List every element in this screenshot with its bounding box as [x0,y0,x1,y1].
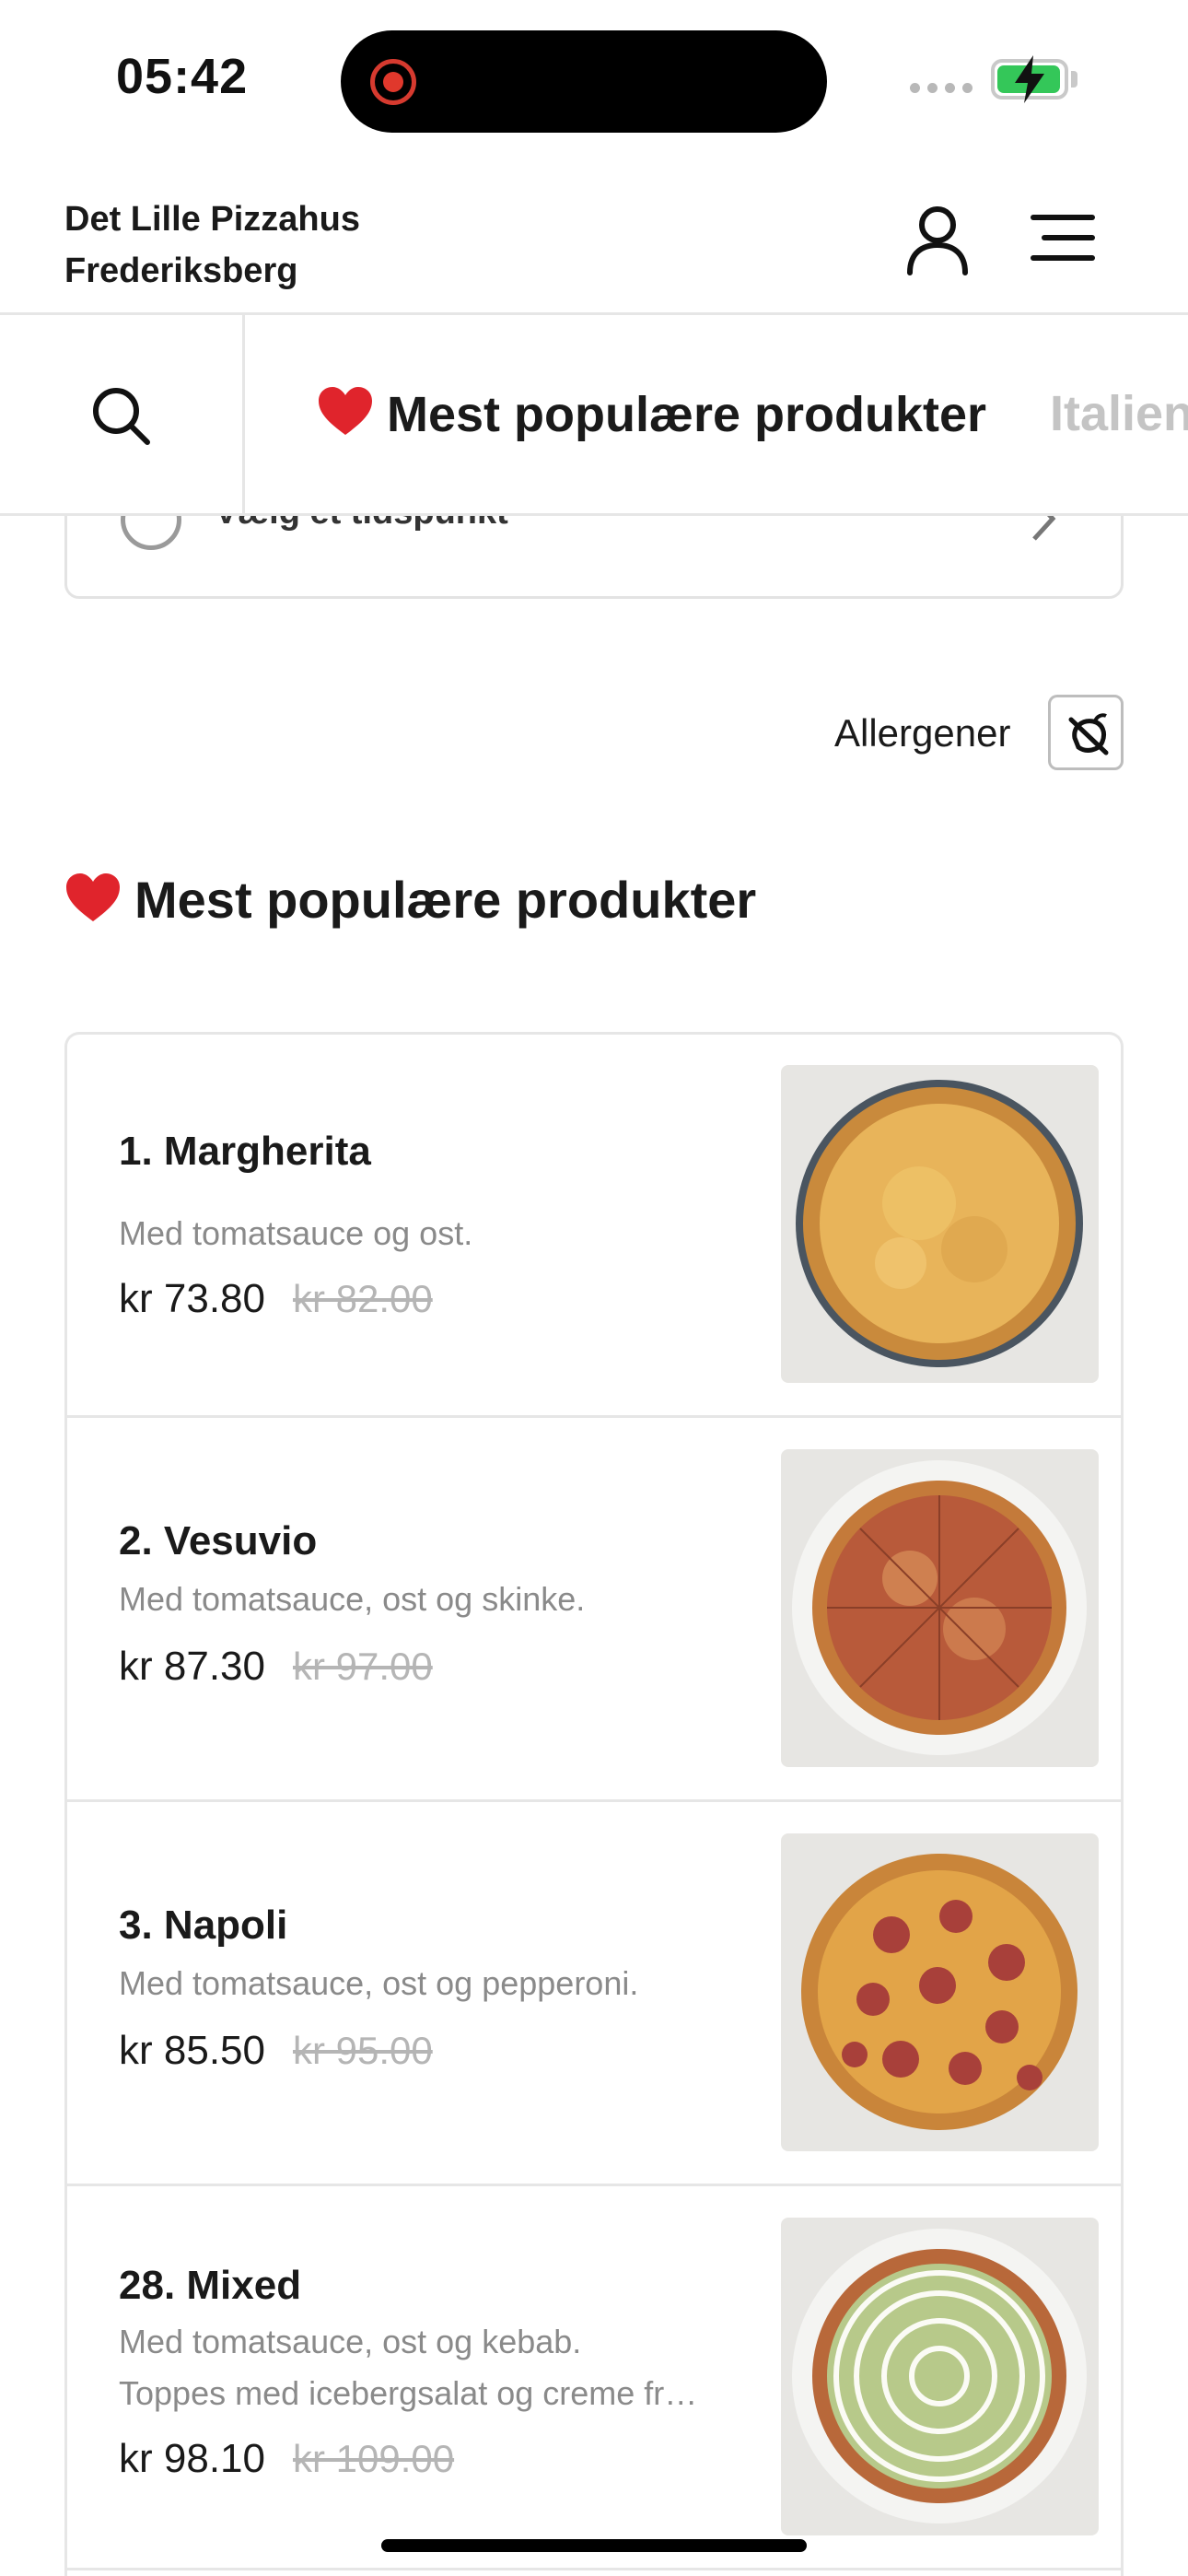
store-name-line1: Det Lille Pizzahus [64,200,360,239]
category-bar: Mest populære produkter Italien [0,315,1188,516]
dynamic-island [341,30,827,133]
product-name: 28. Mixed [119,2263,302,2308]
product-description-line2: Toppes med icebergsalat og creme fr… [119,2374,698,2412]
status-bar: 05:42 [0,0,1188,157]
current-price: kr 85.50 [119,2028,265,2073]
product-description: Med tomatsauce, ost og pepperoni. [119,1964,639,2002]
menu-button[interactable] [1026,208,1100,267]
allergen-filter-button[interactable] [1048,695,1124,770]
charging-bolt-icon [1015,55,1044,103]
app-header: Det Lille Pizzahus Frederiksberg [0,157,1188,315]
product-description: Med tomatsauce og ost. [119,1214,473,1252]
search-button[interactable] [0,315,245,513]
product-card-vesuvio[interactable]: 2. Vesuvio Med tomatsauce, ost og skinke… [67,1419,1121,1802]
tab-most-popular-label: Mest populære produkter [387,387,987,442]
old-price: kr 95.00 [292,2029,433,2072]
product-name: 2. Vesuvio [119,1518,318,1563]
product-card-mixed[interactable]: 28. Mixed Med tomatsauce, ost og kebab. … [67,2187,1121,2570]
section-title-label: Mest populære produkter [134,871,757,929]
product-card-margherita[interactable]: 1. Margherita Med tomatsauce og ost. kr … [67,1035,1121,1418]
heart-icon [319,387,372,435]
current-price: kr 98.10 [119,2436,265,2481]
product-image-margherita [781,1065,1099,1383]
store-name-line2: Frederiksberg [64,252,298,290]
allergen-label: Allergener [834,711,1011,755]
signal-icon [910,83,973,93]
product-price: kr 85.50 kr 95.00 [119,2028,433,2074]
home-indicator[interactable] [381,2539,807,2552]
product-name: 3. Napoli [119,1903,288,1948]
current-price: kr 87.30 [119,1644,265,1689]
old-price: kr 97.00 [292,1645,433,1688]
product-price: kr 73.80 kr 82.00 [119,1276,433,1322]
account-button[interactable] [901,203,974,276]
current-price: kr 73.80 [119,1276,265,1321]
product-card-napoli[interactable]: 3. Napoli Med tomatsauce, ost og peppero… [67,1803,1121,2186]
store-name[interactable]: Det Lille Pizzahus Frederiksberg [64,193,360,297]
old-price: kr 82.00 [292,1277,433,1320]
product-image-vesuvio [781,1449,1099,1767]
tab-most-popular[interactable]: Mest populære produkter [317,385,986,443]
product-price: kr 87.30 kr 97.00 [119,1644,433,1690]
product-description: Med tomatsauce, ost og kebab. [119,2323,582,2360]
product-name: 1. Margherita [119,1129,371,1174]
tab-italien[interactable]: Italien [1050,385,1188,442]
recording-icon [370,59,416,105]
product-list: 1. Margherita Med tomatsauce og ost. kr … [64,1032,1124,2576]
product-description: Med tomatsauce, ost og skinke. [119,1580,586,1618]
product-image-mixed [781,2218,1099,2535]
hamburger-icon [1031,215,1095,261]
old-price: kr 109.00 [292,2437,455,2480]
allergen-icon [1068,713,1109,755]
search-icon [93,388,150,445]
product-image-napoli [781,1833,1099,2151]
heart-icon [66,873,120,921]
product-price: kr 98.10 kr 109.00 [119,2436,454,2482]
status-time: 05:42 [116,49,249,104]
section-title: Mest populære produkter [64,870,756,930]
user-icon [907,206,968,275]
